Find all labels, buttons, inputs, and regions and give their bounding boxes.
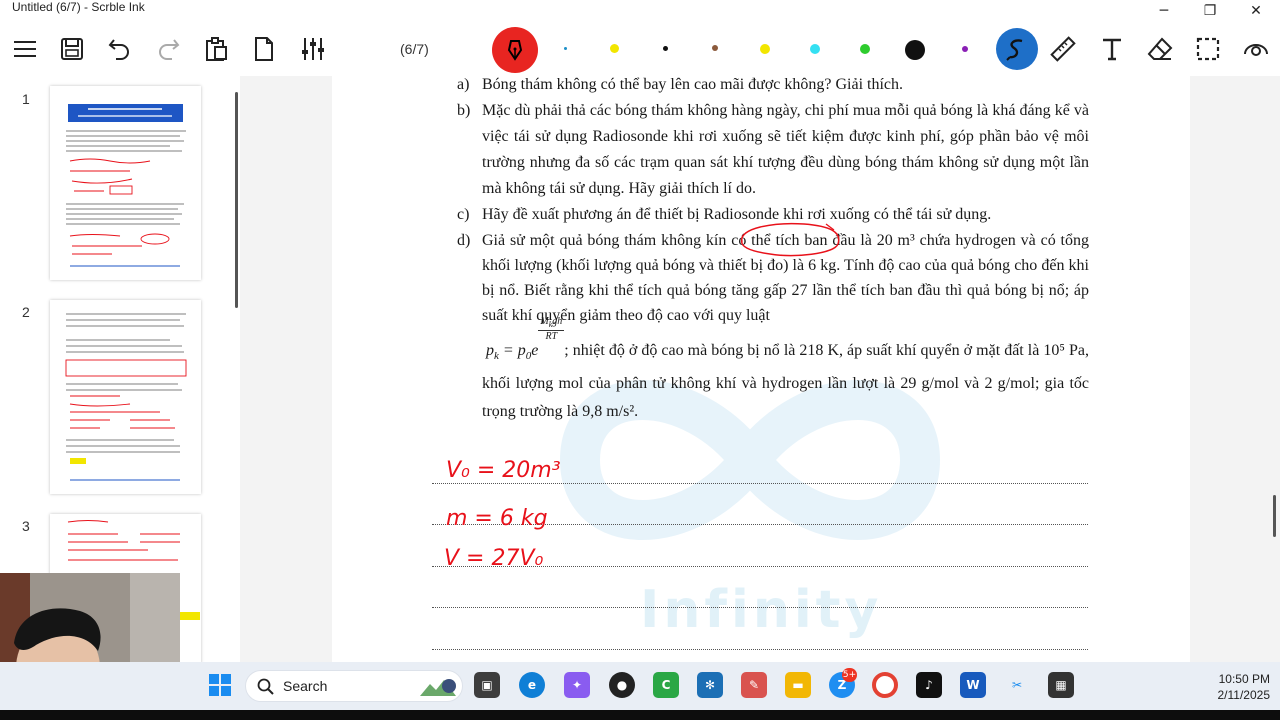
pen-tool-button[interactable] [492,27,538,73]
redo-icon[interactable] [151,32,185,66]
handwriting-line-3: V = 27V₀ [444,546,544,571]
thumbnail-number: 3 [22,518,30,534]
pressure-formula: pk = p0e Mkgh RT [486,316,565,363]
question-label: b) [457,102,471,119]
answer-line [432,607,1088,608]
question-text: Bóng thám không có thể bay lên cao mãi đ… [482,76,904,93]
windows-logo-icon [209,674,231,696]
lasso-tool-button[interactable] [996,28,1038,70]
thumbnail-preview [66,104,186,267]
calculator-app-icon[interactable]: ▦ [1048,672,1074,698]
save-icon[interactable] [55,32,89,66]
color-blue-small-dot[interactable] [564,47,567,50]
handwriting-line-2: m = 6 kg [446,506,548,531]
sidebar-scrollbar[interactable] [235,92,238,308]
bottom-bar [0,710,1280,720]
minimize-button[interactable]: ─ [1141,0,1187,22]
thumbnail-number: 1 [22,91,30,107]
green-app-icon[interactable]: C [653,672,679,698]
page-scrollbar[interactable] [1273,495,1276,537]
undo-icon[interactable] [103,32,137,66]
close-button[interactable]: ✕ [1233,0,1279,22]
clock-date: 2/11/2025 [1217,688,1271,702]
scrble-ink-app-icon[interactable]: ✻ [697,672,723,698]
thumbnail-number: 2 [22,304,30,320]
menu-icon[interactable] [8,32,42,66]
window-title: Untitled (6/7) - Scrble Ink [12,0,145,14]
taskbar-search[interactable]: Search [245,670,463,702]
red-app-icon[interactable]: ✎ [741,672,767,698]
question-label: c) [457,206,470,223]
page-indicator: (6/7) [400,41,429,57]
search-highlight-icon [420,679,456,696]
obs-app-icon[interactable]: ● [609,672,635,698]
question-text-before: Hãy đề xuất phương án để thiết bị [482,206,704,223]
color-brown-dot[interactable] [712,45,718,51]
color-green-dot[interactable] [860,44,870,54]
title-bar: Untitled (6/7) - Scrble Ink ─ ❐ ✕ [0,0,1280,22]
question-text: Mặc dù phải thả các bóng thám không hàng… [482,102,1089,197]
settings-sliders-icon[interactable] [296,32,330,66]
handwriting-line-1: V₀ = 20m³ [446,458,561,483]
search-label: Search [283,678,328,694]
color-yellow-dot[interactable] [610,44,619,53]
ruler-icon[interactable] [1046,32,1080,66]
search-icon [257,678,274,695]
text-tool-icon[interactable] [1095,32,1129,66]
edge-browser-icon[interactable]: e [519,672,545,698]
new-page-icon[interactable] [247,32,281,66]
thumbnail-preview [65,313,187,481]
toolbar: (6/7) [0,22,1280,76]
chrome-browser-icon[interactable] [872,672,898,698]
tiktok-app-icon[interactable]: ♪ [916,672,942,698]
question-label: a) [457,76,470,93]
copilot-icon[interactable]: ✦ [564,672,590,698]
formula-line: pk = p0e Mkgh RT; nhiệt độ ở độ cao mà bón… [482,316,1089,426]
restore-button[interactable]: ❐ [1187,0,1233,22]
color-black-small-dot[interactable] [663,46,668,51]
question-b: b) Mặc dù phải thả các bóng thám không h… [457,98,1089,202]
answer-line [432,649,1088,650]
zalo-notification-badge: 5+ [842,668,857,682]
question-label: d) [457,232,471,249]
annotation-circle [740,222,840,257]
color-black-large-dot[interactable] [905,40,925,60]
lasso-icon [1006,39,1023,61]
color-purple-dot[interactable] [962,46,968,52]
windows-start-button[interactable] [207,672,233,698]
task-view-icon[interactable]: ▣ [474,672,500,698]
color-yellow-large-dot[interactable] [760,44,770,54]
watermark-text: Infinity [640,580,883,640]
clock-time: 10:50 PM [1218,672,1270,686]
question-a: a) Bóng thám không có thể bay lên cao mã… [457,72,1089,98]
eraser-icon[interactable] [1143,32,1177,66]
pen-icon [507,40,523,61]
answer-line [432,483,1088,484]
word-app-icon[interactable]: W [960,672,986,698]
clipboard-icon[interactable] [199,32,233,66]
select-icon[interactable] [1191,32,1225,66]
thumbnail-page-2[interactable] [50,300,201,494]
taskbar: Search ▣ e ✦ ● C ✻ ✎ ▬ Z 5+ ♪ W ✂ ▦ 10:5… [0,662,1280,710]
file-explorer-icon[interactable]: ▬ [785,672,811,698]
thumbnail-page-1[interactable] [50,86,201,280]
view-icon[interactable] [1239,32,1273,66]
color-cyan-dot[interactable] [810,44,820,54]
question-text-continued: ; nhiệt độ ở độ cao mà bóng bị nổ là 218… [482,342,1089,421]
snipping-tool-icon[interactable]: ✂ [1004,672,1030,698]
system-clock[interactable]: 10:50 PM 2/11/2025 [1190,671,1271,703]
